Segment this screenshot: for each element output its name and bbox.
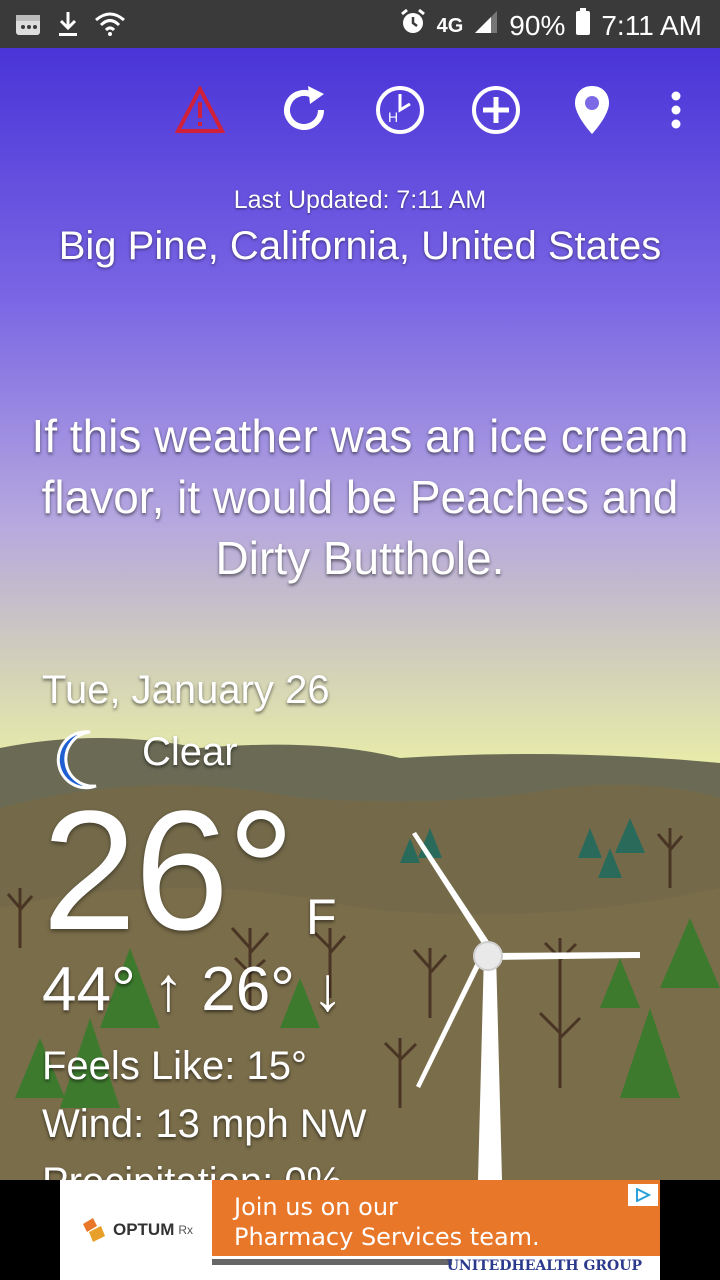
status-bar: 4G 90% 7:11 AM [0, 0, 720, 48]
alert-icon[interactable] [172, 82, 228, 138]
wifi-icon [94, 11, 126, 42]
ad-footer: UNITEDHEALTH GROUP [212, 1256, 660, 1280]
hourly-clock-icon[interactable]: H [372, 82, 428, 138]
ad-banner[interactable]: OPTUM Rx Join us on our Pharmacy Services… [0, 1180, 720, 1280]
ad-footer-bar [212, 1259, 452, 1265]
download-icon [56, 10, 80, 43]
location-name[interactable]: Big Pine, California, United States [0, 224, 720, 269]
high-low-temps: 44° ↑ 26° ↓ [42, 955, 344, 1024]
add-location-icon[interactable] [468, 82, 524, 138]
ad-line-1: Join us on our [234, 1193, 398, 1221]
last-updated: Last Updated: 7:11 AM [233, 186, 487, 214]
ad-brand: UNITEDHEALTH GROUP [446, 1258, 642, 1274]
forecast-date: Tue, January 26 [42, 668, 330, 712]
current-temperature: 26° [42, 776, 295, 966]
signal-icon [473, 9, 499, 42]
clock: 7:11 AM [601, 9, 702, 41]
precipitation: Precipitation: 0% [42, 1160, 342, 1180]
battery-percent: 90% [509, 9, 566, 41]
ad-logo[interactable]: OPTUM Rx [60, 1180, 212, 1280]
hourly-glyph: H [388, 109, 398, 125]
ad-logo-suffix: Rx [178, 1223, 194, 1237]
weather-quip: If this weather was an ice cream flavor,… [31, 410, 689, 584]
location-pin-icon[interactable] [564, 82, 620, 138]
calendar-icon [14, 11, 42, 42]
ad-choices-icon[interactable] [628, 1184, 658, 1206]
weather-scene: H Last Updated: 7:11 AM Big Pine, Califo… [0, 48, 720, 1180]
feels-like: Feels Like: 15° [42, 1044, 308, 1088]
ad-logo-text: OPTUM [112, 1220, 175, 1239]
overflow-menu-icon[interactable] [648, 82, 704, 138]
optum-logo-icon [82, 1218, 105, 1242]
battery-icon [575, 8, 591, 43]
condition-text: Clear [142, 730, 238, 774]
temperature-unit[interactable]: F [306, 888, 337, 946]
alarm-icon [399, 8, 427, 43]
refresh-icon[interactable] [276, 82, 332, 138]
ad-line-2: Pharmacy Services team. [234, 1223, 540, 1251]
network-type: 4G [436, 14, 464, 37]
ad-message[interactable]: Join us on our Pharmacy Services team. [212, 1180, 660, 1256]
wind: Wind: 13 mph NW [42, 1102, 367, 1146]
